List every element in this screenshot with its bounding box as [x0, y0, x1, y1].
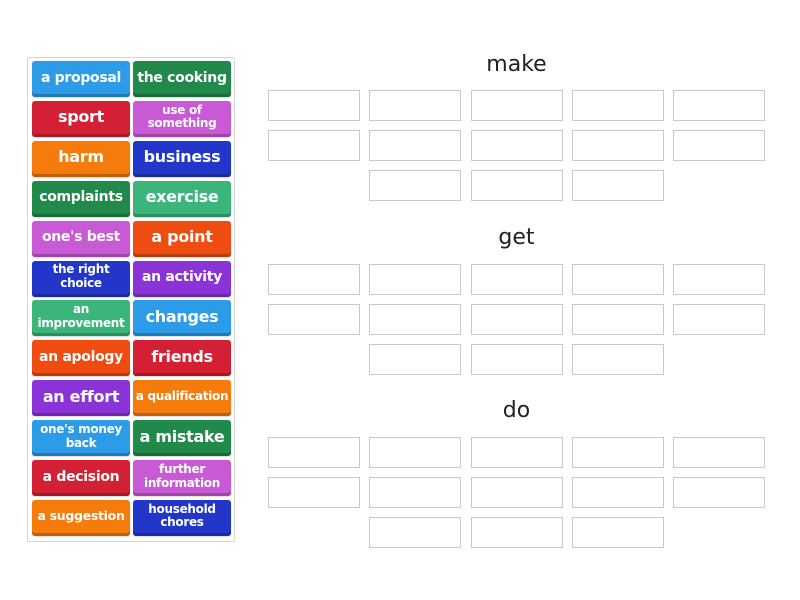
tile-friends[interactable]: friends: [133, 340, 231, 377]
drop-slot-do-12[interactable]: [471, 517, 563, 548]
tile-label: use of something: [147, 102, 217, 131]
drop-slot-make-10[interactable]: [673, 130, 765, 161]
drop-slot-get-7[interactable]: [369, 304, 461, 335]
tile-business[interactable]: business: [133, 140, 231, 177]
tile-a-point[interactable]: a point: [133, 220, 231, 257]
tile-changes[interactable]: changes: [133, 300, 231, 337]
tile-label: household chores: [148, 501, 216, 530]
tile-one-s-best[interactable]: one's best: [32, 220, 130, 257]
tile-a-mistake[interactable]: a mistake: [133, 420, 231, 457]
drop-slot-make-4[interactable]: [572, 90, 664, 121]
drop-slot-make-6[interactable]: [268, 130, 360, 161]
tile-label: the cooking: [137, 69, 227, 86]
drop-slot-do-6[interactable]: [268, 477, 360, 508]
tile-one-s-money-back[interactable]: one's money back: [32, 420, 130, 457]
tile-a-qualification[interactable]: a qualification: [133, 380, 231, 417]
tile-use-of-something[interactable]: use of something: [133, 100, 231, 137]
tile-label: a decision: [42, 468, 120, 485]
drop-slot-get-9[interactable]: [572, 304, 664, 335]
drop-slot-do-8[interactable]: [471, 477, 563, 508]
drop-slot-do-10[interactable]: [673, 477, 765, 508]
tile-label: an effort: [42, 386, 120, 406]
tile-label: an activity: [142, 269, 222, 285]
drop-slot-make-1[interactable]: [268, 90, 360, 121]
drop-slot-make-13[interactable]: [572, 170, 664, 201]
tile-a-suggestion[interactable]: a suggestion: [32, 499, 130, 536]
group-heading-get: get: [498, 225, 535, 250]
tile-sport[interactable]: sport: [32, 100, 130, 137]
tile-label: a mistake: [139, 426, 225, 446]
drop-slot-make-9[interactable]: [572, 130, 664, 161]
tile-label: friends: [151, 346, 213, 366]
drop-slot-do-13[interactable]: [572, 517, 664, 548]
drop-slot-make-3[interactable]: [471, 90, 563, 121]
tile-label: a point: [151, 227, 213, 247]
drop-slot-get-11[interactable]: [369, 344, 461, 375]
tile-label: changes: [145, 306, 219, 326]
drop-slot-make-8[interactable]: [471, 130, 563, 161]
tile-label: an improvement: [37, 302, 125, 330]
drop-slot-get-6[interactable]: [268, 304, 360, 335]
tile-label: one's best: [41, 229, 121, 246]
tile-an-effort[interactable]: an effort: [32, 380, 130, 417]
drop-slot-do-1[interactable]: [268, 437, 360, 468]
tile-label: complaints: [39, 189, 123, 206]
tile-label: harm: [58, 147, 104, 167]
drop-slot-get-1[interactable]: [268, 264, 360, 295]
tile-label: business: [143, 147, 221, 167]
tile-complaints[interactable]: complaints: [32, 180, 130, 217]
drop-slot-make-5[interactable]: [673, 90, 765, 121]
tile-label: a qualification: [135, 388, 229, 403]
drop-slot-get-12[interactable]: [471, 344, 563, 375]
drop-slot-make-2[interactable]: [369, 90, 461, 121]
group-heading-do: do: [502, 398, 531, 423]
tile-label: further information: [144, 461, 220, 490]
tile-label: an apology: [39, 348, 123, 365]
drop-slot-make-12[interactable]: [471, 170, 563, 201]
tile-a-decision[interactable]: a decision: [32, 460, 130, 496]
tile-label: one's money back: [40, 421, 122, 450]
drop-slot-get-2[interactable]: [369, 264, 461, 295]
tile-exercise[interactable]: exercise: [133, 180, 231, 217]
drop-slot-do-5[interactable]: [673, 437, 765, 468]
tile-the-cooking[interactable]: the cooking: [133, 61, 231, 97]
drop-slot-make-11[interactable]: [369, 170, 461, 201]
tile-further-information[interactable]: further information: [133, 460, 231, 496]
drop-slot-get-8[interactable]: [471, 304, 563, 335]
tile-a-proposal[interactable]: a proposal: [32, 61, 130, 97]
drop-slot-do-4[interactable]: [572, 437, 664, 468]
tile-label: the right choice: [52, 262, 110, 290]
drop-slot-get-13[interactable]: [572, 344, 664, 375]
drop-slot-do-9[interactable]: [572, 477, 664, 508]
tile-harm[interactable]: harm: [32, 140, 130, 177]
tile-label: exercise: [145, 187, 219, 207]
tile-an-apology[interactable]: an apology: [32, 340, 130, 377]
tile-the-right-choice[interactable]: the right choice: [32, 260, 130, 297]
tile-label: sport: [57, 107, 104, 127]
group-heading-make: make: [486, 52, 547, 77]
tile-household-chores[interactable]: household chores: [133, 499, 231, 536]
tile-an-improvement[interactable]: an improvement: [32, 300, 130, 337]
drop-slot-do-11[interactable]: [369, 517, 461, 548]
drop-slot-get-4[interactable]: [572, 264, 664, 295]
drop-slot-get-10[interactable]: [673, 304, 765, 335]
drop-slot-do-7[interactable]: [369, 477, 461, 508]
tile-label: a suggestion: [37, 508, 125, 524]
tile-an-activity[interactable]: an activity: [133, 260, 231, 297]
drop-slot-make-7[interactable]: [369, 130, 461, 161]
drop-slot-get-3[interactable]: [471, 264, 563, 295]
tile-label: a proposal: [40, 69, 122, 86]
drop-slot-do-3[interactable]: [471, 437, 563, 468]
drop-slot-do-2[interactable]: [369, 437, 461, 468]
drop-slot-get-5[interactable]: [673, 264, 765, 295]
